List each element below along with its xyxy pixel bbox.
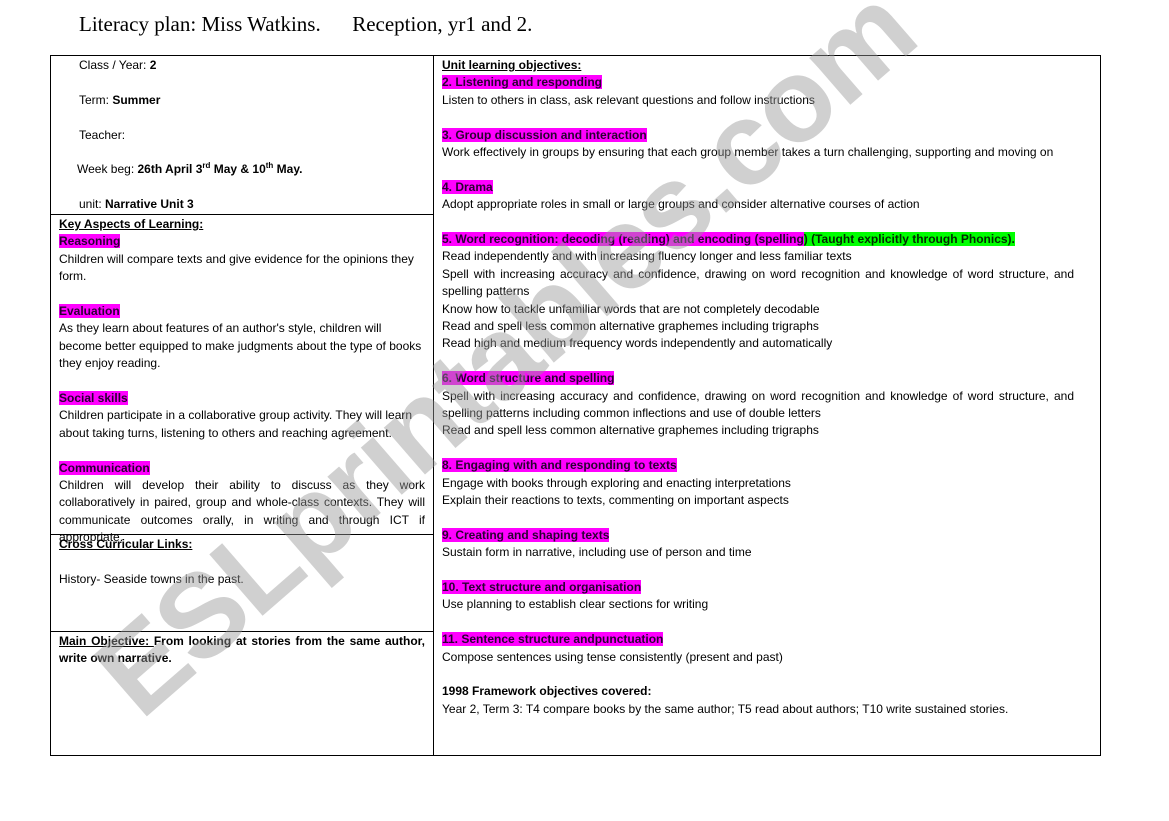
objective-line: Read and spell less common alternative g… — [442, 319, 819, 334]
objective-line: Know how to tackle unfamiliar words that… — [442, 301, 820, 316]
key-aspects-heading: Key Aspects of Learning: — [59, 217, 204, 231]
teacher-label: Teacher: — [79, 127, 126, 142]
unit-objectives-heading: Unit learning objectives: — [442, 58, 582, 72]
term-line: Term: Summer — [79, 92, 425, 109]
week-part: May. — [273, 162, 303, 177]
objective-line: Compose sentences using tense consistent… — [442, 649, 783, 664]
class-year-label: Class / Year: — [79, 58, 150, 72]
objective-label: 8. Engaging with and responding to texts — [442, 458, 677, 473]
objective-word-recognition: 5. Word recognition: decoding (reading) … — [442, 231, 1092, 353]
aspect-evaluation: Evaluation As they learn about features … — [59, 303, 425, 373]
objective-sentence-structure: 11. Sentence structure andpunctuation Co… — [442, 631, 1092, 666]
left-column: Class / Year: 2 Term: Summer Teacher: We… — [51, 56, 434, 755]
cross-curricular-text: History- Seaside towns in the past. — [59, 571, 244, 586]
objective-line: Listen to others in class, ask relevant … — [442, 92, 815, 107]
week-part: May & 10 — [210, 162, 266, 177]
objective-label: 11. Sentence structure andpunctuation — [442, 632, 664, 647]
objective-line: Work effectively in groups by ensuring t… — [442, 145, 1054, 160]
objective-label: 2. Listening and responding — [442, 75, 603, 90]
unit-value: Narrative Unit 3 — [105, 197, 194, 212]
teacher-line: Teacher: — [79, 127, 425, 144]
objective-line: Engage with books through exploring and … — [442, 475, 791, 490]
framework-text: Year 2, Term 3: T4 compare books by the … — [442, 701, 1009, 716]
objective-listening: 2. Listening and responding Listen to ot… — [442, 74, 1092, 109]
objective-label: 10. Text structure and organisation — [442, 580, 642, 595]
key-aspects-cell: Key Aspects of Learning: Reasoning Child… — [51, 214, 433, 544]
objective-creating: 9. Creating and shaping texts Sustain fo… — [442, 527, 1092, 562]
plan-table: Class / Year: 2 Term: Summer Teacher: We… — [50, 55, 1101, 756]
term-label: Term: — [79, 92, 113, 107]
objective-group-discussion: 3. Group discussion and interaction Work… — [442, 127, 1092, 162]
class-year-line: Class / Year: 2 — [79, 57, 425, 74]
cross-curricular-cell: Cross Curricular Links: History- Seaside… — [51, 534, 433, 632]
objective-label: 3. Group discussion and interaction — [442, 127, 647, 142]
aspect-label: Communication — [59, 460, 150, 475]
framework-heading: 1998 Framework objectives covered: — [442, 684, 652, 699]
main-objective-cell: Main Objective: From looking at stories … — [51, 631, 433, 755]
week-part: 26th April 3 — [137, 162, 203, 177]
objective-line: Read independently and with increasing f… — [442, 249, 852, 264]
objective-label: 4. Drama — [442, 179, 493, 194]
objective-line: Read and spell less common alternative g… — [442, 423, 819, 438]
objective-text-structure: 10. Text structure and organisation Use … — [442, 579, 1092, 614]
objective-word-structure: 6. Word structure and spelling Spell wit… — [442, 370, 1092, 440]
term-value: Summer — [112, 92, 161, 107]
unit-objectives-cell: Unit learning objectives: 2. Listening a… — [434, 56, 1100, 755]
objective-line: Read high and medium frequency words ind… — [442, 336, 833, 351]
framework-objectives: 1998 Framework objectives covered: Year … — [442, 683, 1092, 718]
objective-label: 9. Creating and shaping texts — [442, 527, 610, 542]
phonics-note: ) (Taught explicitly through Phonics). — [803, 232, 1015, 247]
main-objective: Main Objective: From looking at stories … — [59, 633, 425, 668]
objective-line: Spell with increasing accuracy and confi… — [442, 388, 1074, 421]
document-title: Literacy plan: Miss Watkins. Reception, … — [79, 12, 533, 36]
objective-line: Adopt appropriate roles in small or larg… — [442, 197, 920, 212]
unit-label: unit: — [79, 197, 106, 212]
aspect-label: Social skills — [59, 391, 128, 406]
aspect-text: Children will compare texts and give evi… — [59, 251, 414, 284]
objective-label: 6. Word structure and spelling — [442, 371, 615, 386]
aspect-reasoning: Reasoning Children will compare texts an… — [59, 233, 425, 285]
objective-line: Explain their reactions to texts, commen… — [442, 493, 789, 508]
objective-line: Spell with increasing accuracy and confi… — [442, 266, 1074, 299]
objective-label: 5. Word recognition: decoding (reading) … — [442, 232, 804, 247]
unit-line: unit: Narrative Unit 3 — [79, 196, 425, 213]
objective-engaging: 8. Engaging with and responding to texts… — [442, 457, 1092, 509]
main-objective-label: Main Objective: — [59, 634, 154, 648]
aspect-text: As they learn about features of an autho… — [59, 321, 422, 371]
objective-line: Sustain form in narrative, including use… — [442, 545, 752, 560]
class-year-value: 2 — [149, 58, 157, 72]
aspect-text: Children participate in a collaborative … — [59, 408, 413, 440]
week-value: 26th April 3rd May & 10th May. — [137, 162, 303, 177]
objective-line: Use planning to establish clear sections… — [442, 597, 709, 612]
aspect-label: Reasoning — [59, 234, 121, 249]
header-info-cell: Class / Year: 2 Term: Summer Teacher: We… — [51, 56, 433, 215]
aspect-social-skills: Social skills Children participate in a … — [59, 390, 425, 442]
objective-drama: 4. Drama Adopt appropriate roles in smal… — [442, 179, 1092, 214]
week-line: Week beg: 26th April 3rd May & 10th May. — [77, 161, 425, 178]
aspect-label: Evaluation — [59, 304, 120, 319]
week-label: Week beg: — [77, 162, 138, 177]
cross-curricular-heading: Cross Curricular Links: — [59, 537, 193, 551]
